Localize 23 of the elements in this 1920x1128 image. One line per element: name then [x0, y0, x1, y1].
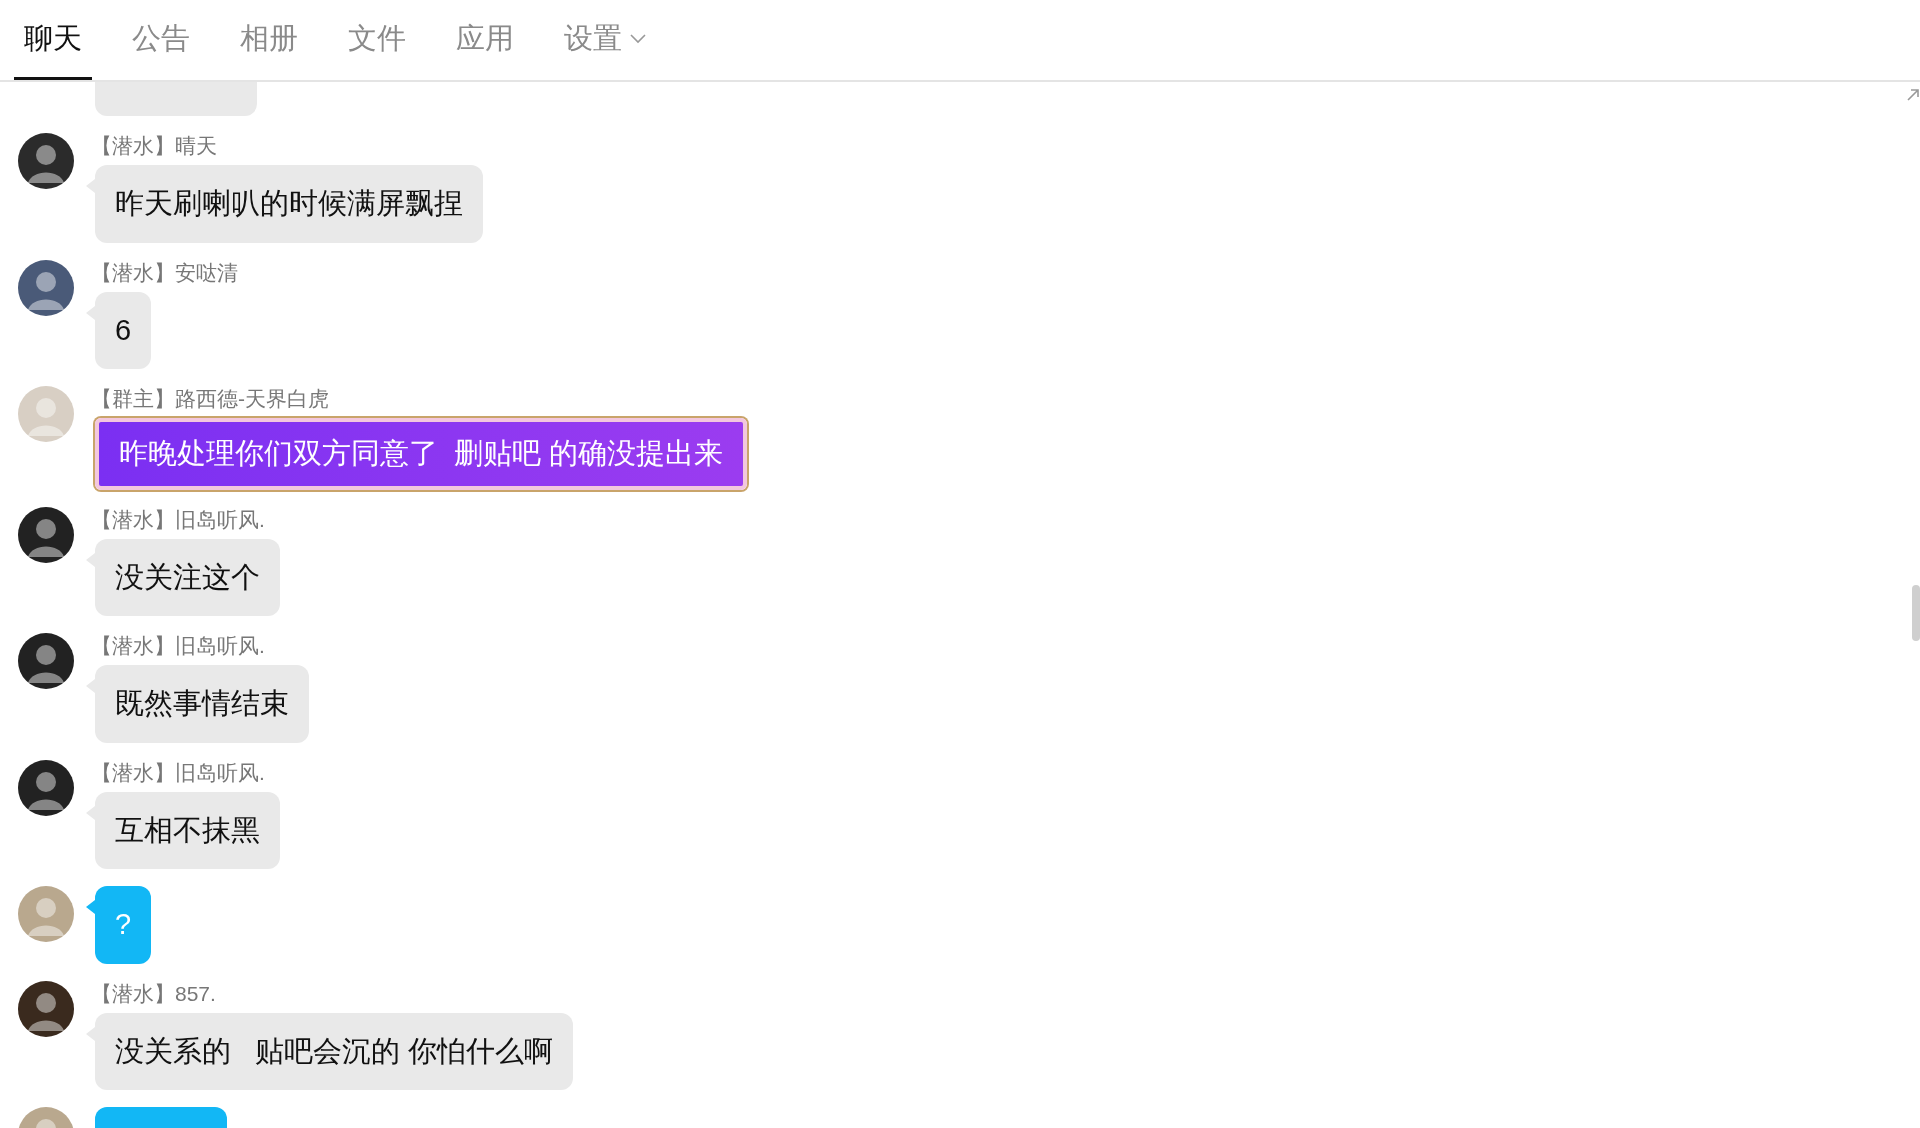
avatar-icon[interactable]: [18, 506, 74, 563]
expand-arrow-icon: [1906, 88, 1920, 102]
message-bubble[interactable]: 6: [95, 291, 152, 369]
sender-name: 【潜水】旧岛听风.: [91, 633, 265, 659]
scrollbar-thumb[interactable]: [1912, 585, 1920, 641]
sender-name: 【潜水】晴天: [91, 133, 217, 159]
sender-name: 【潜水】安哒清: [91, 259, 238, 286]
sender-name: 【潜水】旧岛听风.: [91, 759, 265, 786]
tab[interactable]: 聊天: [14, 0, 92, 80]
message-bubble[interactable]: 既然事情结束: [95, 665, 309, 743]
sender-name: 【群主】路西德-天界白虎: [91, 386, 329, 412]
avatar-icon[interactable]: [18, 633, 74, 689]
sender-name: 【潜水】857.: [91, 980, 216, 1007]
avatar-icon[interactable]: [18, 980, 74, 1037]
message-bubble[interactable]: 没关系的 贴吧会沉的 你怕什么啊: [95, 1012, 574, 1090]
message-bubble[interactable]: 没关注这个: [95, 538, 280, 616]
sender-name: 【潜水】旧岛听风.: [91, 506, 265, 533]
avatar-icon[interactable]: [18, 759, 74, 816]
message-bubble[interactable]: 昨晚处理你们双方同意了 删贴吧 的确没提出来: [95, 418, 748, 490]
message-bubble[interactable]: 互相不抹黑: [95, 791, 280, 869]
avatar-icon[interactable]: [18, 133, 74, 189]
avatar-icon[interactable]: [18, 259, 74, 316]
message-bubble[interactable]: 昨天刷喇叭的时候满屏飘捏: [95, 165, 483, 243]
